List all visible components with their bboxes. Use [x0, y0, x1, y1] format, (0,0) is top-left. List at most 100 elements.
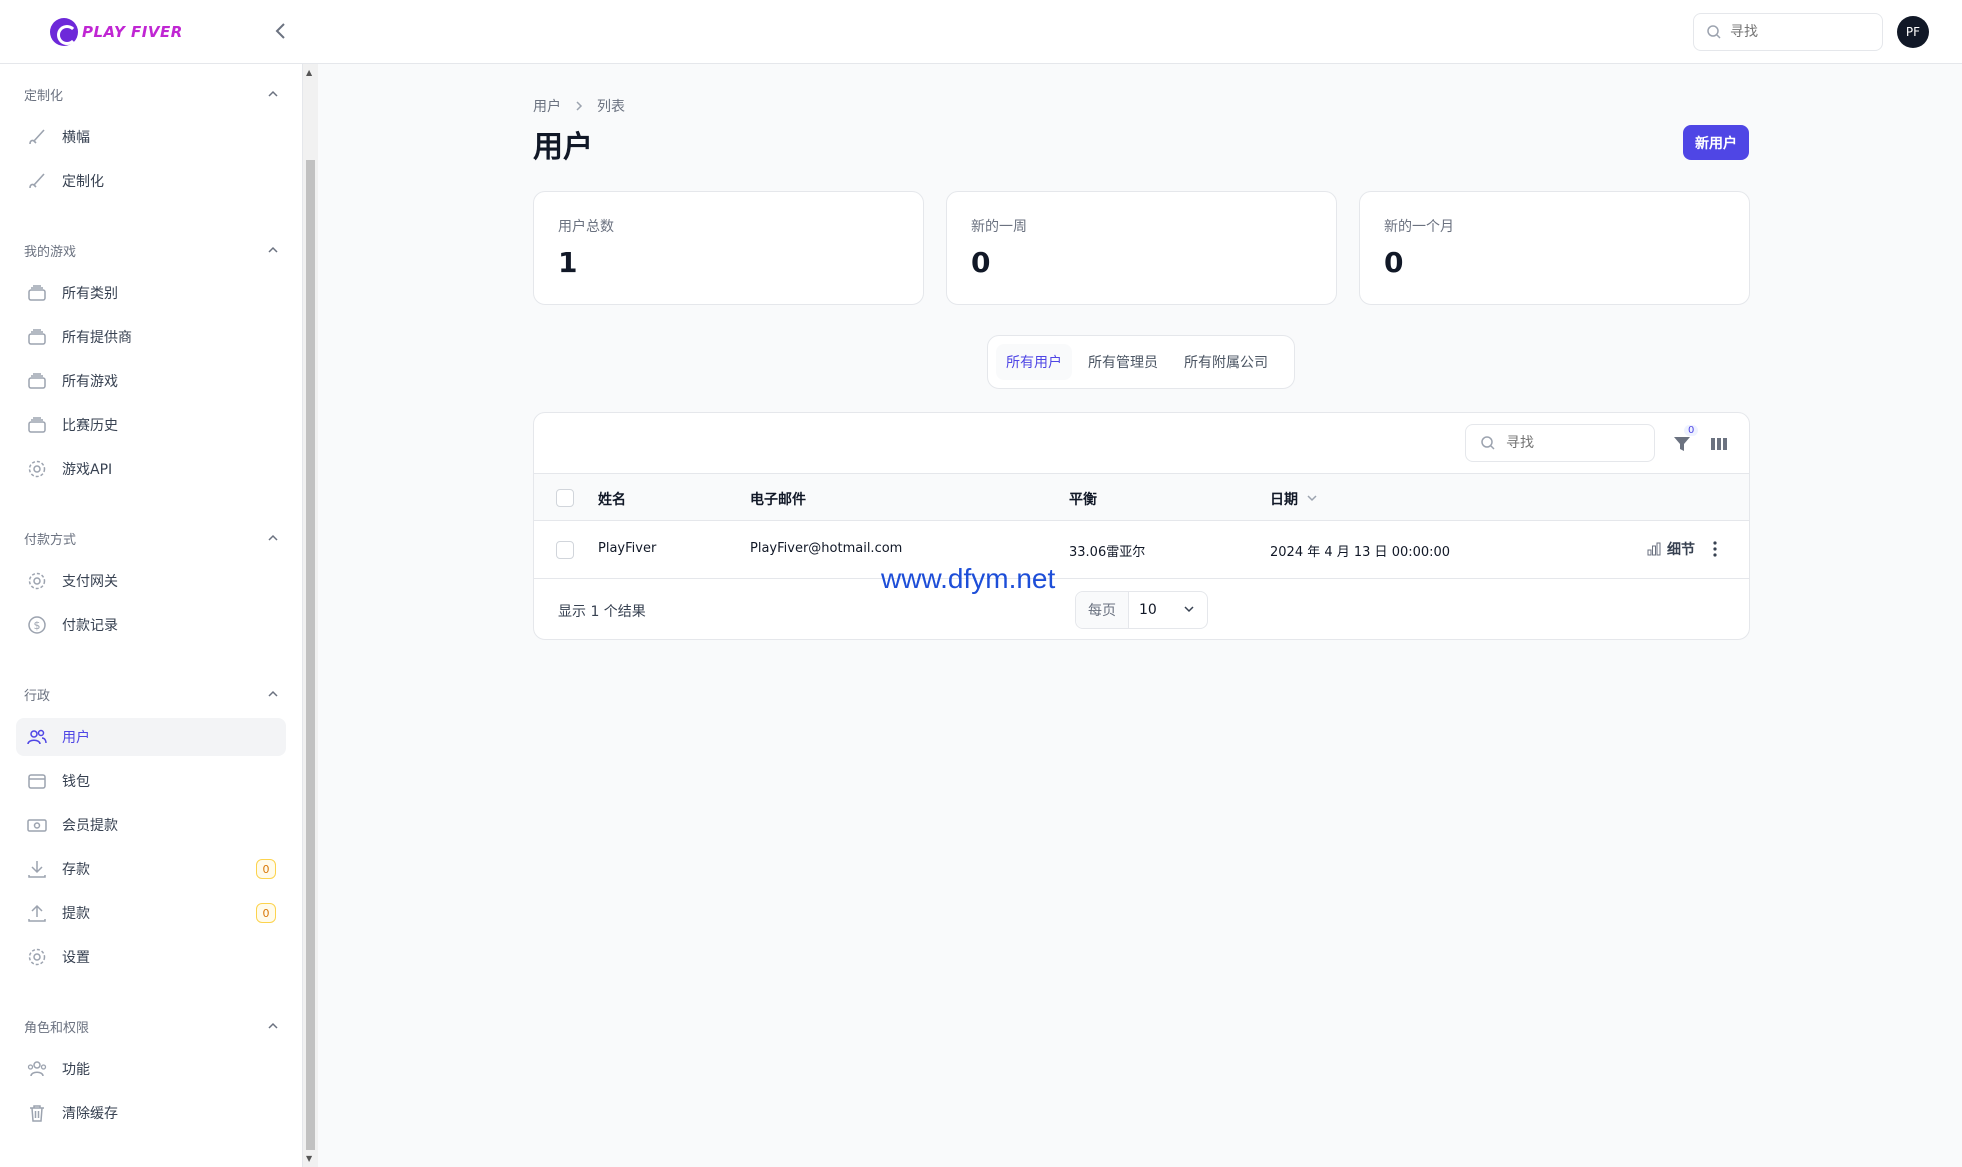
sidebar-item-label: 清除缓存 — [62, 1106, 118, 1122]
upload-icon — [26, 902, 48, 924]
stat-label: 用户总数 — [558, 219, 614, 235]
user-group-icon — [26, 1058, 48, 1080]
stack-icon — [26, 282, 48, 304]
sidebar-item-users[interactable]: 用户 — [16, 718, 286, 756]
filter-icon[interactable] — [1671, 433, 1693, 455]
filter-count-badge: 0 — [1684, 425, 1699, 436]
sidebar-item-customization[interactable]: 定制化 — [16, 162, 286, 200]
sidebar-group-title: 定制化 — [24, 88, 64, 104]
cell-name: PlayFiver — [598, 541, 657, 556]
sidebar-group-customization[interactable]: 定制化 — [24, 82, 279, 106]
sidebar-group-roles[interactable]: 角色和权限 — [24, 1014, 279, 1038]
sidebar-item-deposit[interactable]: 存款 0 — [16, 850, 286, 888]
cash-icon — [26, 814, 48, 836]
column-header-balance[interactable]: 平衡 — [1069, 489, 1097, 509]
sidebar-item-functions[interactable]: 功能 — [16, 1050, 286, 1088]
breadcrumb-item-users[interactable]: 用户 — [533, 96, 561, 116]
stack-icon — [26, 370, 48, 392]
columns-icon[interactable] — [1709, 434, 1729, 454]
sidebar-item-label: 设置 — [62, 950, 90, 966]
sidebar-item-payment-gateway[interactable]: 支付网关 — [16, 562, 286, 600]
tab-all-admins[interactable]: 所有管理员 — [1078, 344, 1168, 380]
sidebar-item-clear-cache[interactable]: 清除缓存 — [16, 1094, 286, 1132]
sidebar-group-title: 行政 — [24, 688, 51, 704]
page-title: 用户 — [533, 130, 593, 165]
sidebar-item-game-api[interactable]: 游戏API — [16, 450, 286, 488]
sidebar-item-label: 用户 — [62, 730, 90, 746]
global-search-input[interactable] — [1730, 24, 1870, 40]
withdrawal-count-badge: 0 — [256, 903, 276, 923]
row-checkbox[interactable] — [556, 541, 574, 559]
stat-card-total-users: 用户总数 1 — [533, 191, 924, 305]
tab-all-affiliates[interactable]: 所有附属公司 — [1174, 344, 1278, 380]
results-count: 显示 1 个结果 — [558, 604, 646, 620]
sidebar-item-label: 支付网关 — [62, 574, 118, 590]
watermark-text: www.dfym.net — [881, 563, 1056, 594]
sidebar-item-payment-records[interactable]: $ 付款记录 — [16, 606, 286, 644]
column-header-name[interactable]: 姓名 — [598, 489, 626, 509]
sidebar-item-label: 所有游戏 — [62, 374, 118, 390]
chevron-down-icon — [1184, 606, 1194, 613]
sidebar-item-wallet[interactable]: 钱包 — [16, 762, 286, 800]
sort-chevron-down-icon[interactable] — [1307, 494, 1317, 502]
sidebar-item-label: 会员提款 — [62, 818, 118, 834]
sidebar-item-label: 定制化 — [62, 174, 104, 190]
svg-text:$: $ — [34, 619, 41, 632]
sidebar-group-payment[interactable]: 付款方式 — [24, 526, 279, 550]
stat-label: 新的一周 — [971, 219, 1027, 235]
new-user-button[interactable]: 新用户 — [1683, 125, 1749, 160]
sidebar-item-all-games[interactable]: 所有游戏 — [16, 362, 286, 400]
sidebar-item-label: 所有类别 — [62, 286, 118, 302]
per-page-select[interactable]: 10 — [1129, 592, 1207, 628]
collapse-sidebar-button[interactable] — [274, 20, 294, 44]
users-icon — [26, 726, 48, 748]
global-search[interactable] — [1693, 13, 1883, 51]
sidebar-item-all-providers[interactable]: 所有提供商 — [16, 318, 286, 356]
sidebar-item-withdrawal[interactable]: 提款 0 — [16, 894, 286, 932]
sidebar-group-admin[interactable]: 行政 — [24, 682, 279, 706]
wallet-icon — [26, 770, 48, 792]
chevron-up-icon — [268, 246, 278, 253]
table-search-input[interactable] — [1506, 435, 1636, 451]
scroll-up-arrow-icon[interactable]: ▲ — [306, 68, 312, 77]
per-page-selector[interactable]: 每页 10 — [1075, 591, 1208, 629]
user-filter-tabs: 所有用户 所有管理员 所有附属公司 — [987, 335, 1295, 389]
sidebar-item-label: 付款记录 — [62, 618, 118, 634]
logo[interactable]: PLAY FIVER — [50, 18, 183, 46]
column-header-email[interactable]: 电子邮件 — [750, 489, 806, 509]
stack-icon — [26, 326, 48, 348]
sidebar-item-label: 钱包 — [62, 774, 90, 790]
bar-chart-icon — [1647, 542, 1661, 556]
sidebar-group-title: 角色和权限 — [24, 1020, 90, 1036]
sidebar-group-title: 我的游戏 — [24, 244, 77, 260]
more-vertical-icon[interactable] — [1710, 538, 1720, 560]
table-header: 姓名 电子邮件 平衡 日期 — [534, 473, 1749, 521]
sidebar-group-my-games[interactable]: 我的游戏 — [24, 238, 279, 262]
scroll-thumb[interactable] — [306, 160, 315, 1150]
sidebar-item-match-history[interactable]: 比赛历史 — [16, 406, 286, 444]
row-details-button[interactable]: 细节 — [1647, 539, 1695, 559]
column-header-date[interactable]: 日期 — [1270, 489, 1298, 509]
per-page-label: 每页 — [1076, 592, 1129, 628]
table-search[interactable] — [1465, 424, 1655, 462]
avatar[interactable]: PF — [1897, 16, 1929, 48]
sidebar-item-settings[interactable]: 设置 — [16, 938, 286, 976]
sidebar-item-label: 存款 — [62, 862, 90, 878]
deposit-count-badge: 0 — [256, 859, 276, 879]
download-icon — [26, 858, 48, 880]
sidebar-item-all-categories[interactable]: 所有类别 — [16, 274, 286, 312]
sidebar-scrollbar[interactable]: ▲ ▼ — [303, 64, 318, 1167]
users-table: 0 姓名 电子邮件 平衡 日期 PlayFiver PlayFiver@hotm… — [533, 412, 1750, 640]
chevron-up-icon — [268, 690, 278, 697]
select-all-checkbox[interactable] — [556, 489, 574, 507]
tab-all-users[interactable]: 所有用户 — [996, 344, 1072, 380]
breadcrumb-item-list: 列表 — [597, 99, 625, 115]
stat-value: 1 — [558, 246, 578, 279]
stat-value: 0 — [971, 246, 991, 279]
logo-icon — [50, 18, 78, 46]
sidebar-item-banner[interactable]: 横幅 — [16, 118, 286, 156]
sidebar-item-member-withdrawal[interactable]: 会员提款 — [16, 806, 286, 844]
scroll-down-arrow-icon[interactable]: ▼ — [306, 1154, 312, 1163]
sidebar: 定制化 横幅 定制化 我的游戏 所有类别 所有提供商 所有游戏 比赛历史 游戏A… — [0, 64, 303, 1167]
row-details-label: 细节 — [1667, 542, 1695, 558]
